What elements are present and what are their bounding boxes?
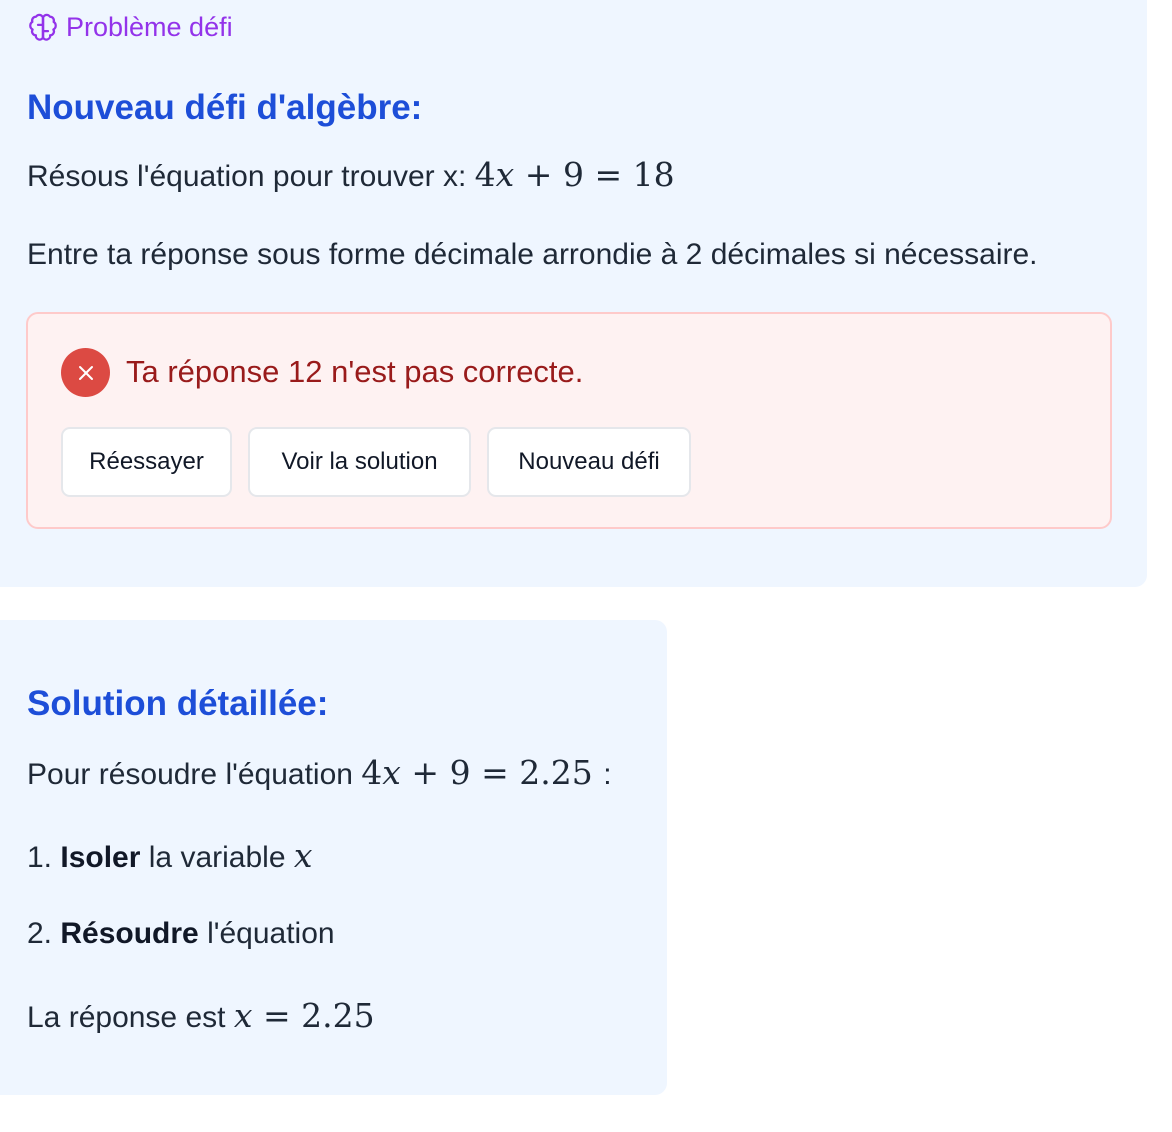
close-icon	[61, 348, 110, 397]
challenge-instruction: Entre ta réponse sous forme décimale arr…	[27, 238, 1038, 271]
error-feedback: Ta réponse 12 n'est pas correcte. Réessa…	[26, 312, 1112, 529]
show-solution-button[interactable]: Voir la solution	[248, 427, 471, 497]
challenge-title: Nouveau défi d'algèbre:	[27, 88, 423, 127]
challenge-prompt: Résous l'équation pour trouver x: 4x + 9…	[27, 155, 675, 194]
new-challenge-button[interactable]: Nouveau défi	[487, 427, 691, 497]
brain-icon	[28, 13, 58, 43]
solution-intro: Pour résoudre l'équation 4x + 9 = 2.25 :	[27, 753, 612, 792]
solution-step-2: 2. Résoudre l'équation	[27, 917, 335, 950]
retry-button[interactable]: Réessayer	[61, 427, 232, 497]
solution-card: Solution détaillée: Pour résoudre l'équa…	[0, 620, 667, 1095]
solution-step-1: 1. Isoler la variable x	[27, 836, 313, 875]
prompt-text: Résous l'équation pour trouver x:	[27, 160, 467, 193]
challenge-equation: 4x + 9 = 18	[474, 155, 675, 194]
challenge-tag-label: Problème défi	[66, 12, 233, 42]
error-message: Ta réponse 12 n'est pas correcte.	[126, 354, 584, 389]
challenge-card: Problème défi Nouveau défi d'algèbre: Ré…	[0, 0, 1147, 587]
solution-answer: La réponse est x = 2.25	[27, 996, 375, 1035]
solution-equation: 4x + 9 = 2.25	[361, 753, 593, 792]
challenge-tag: Problème défi	[28, 12, 233, 43]
solution-title: Solution détaillée:	[27, 684, 329, 723]
answer-equation: x = 2.25	[233, 996, 375, 1035]
